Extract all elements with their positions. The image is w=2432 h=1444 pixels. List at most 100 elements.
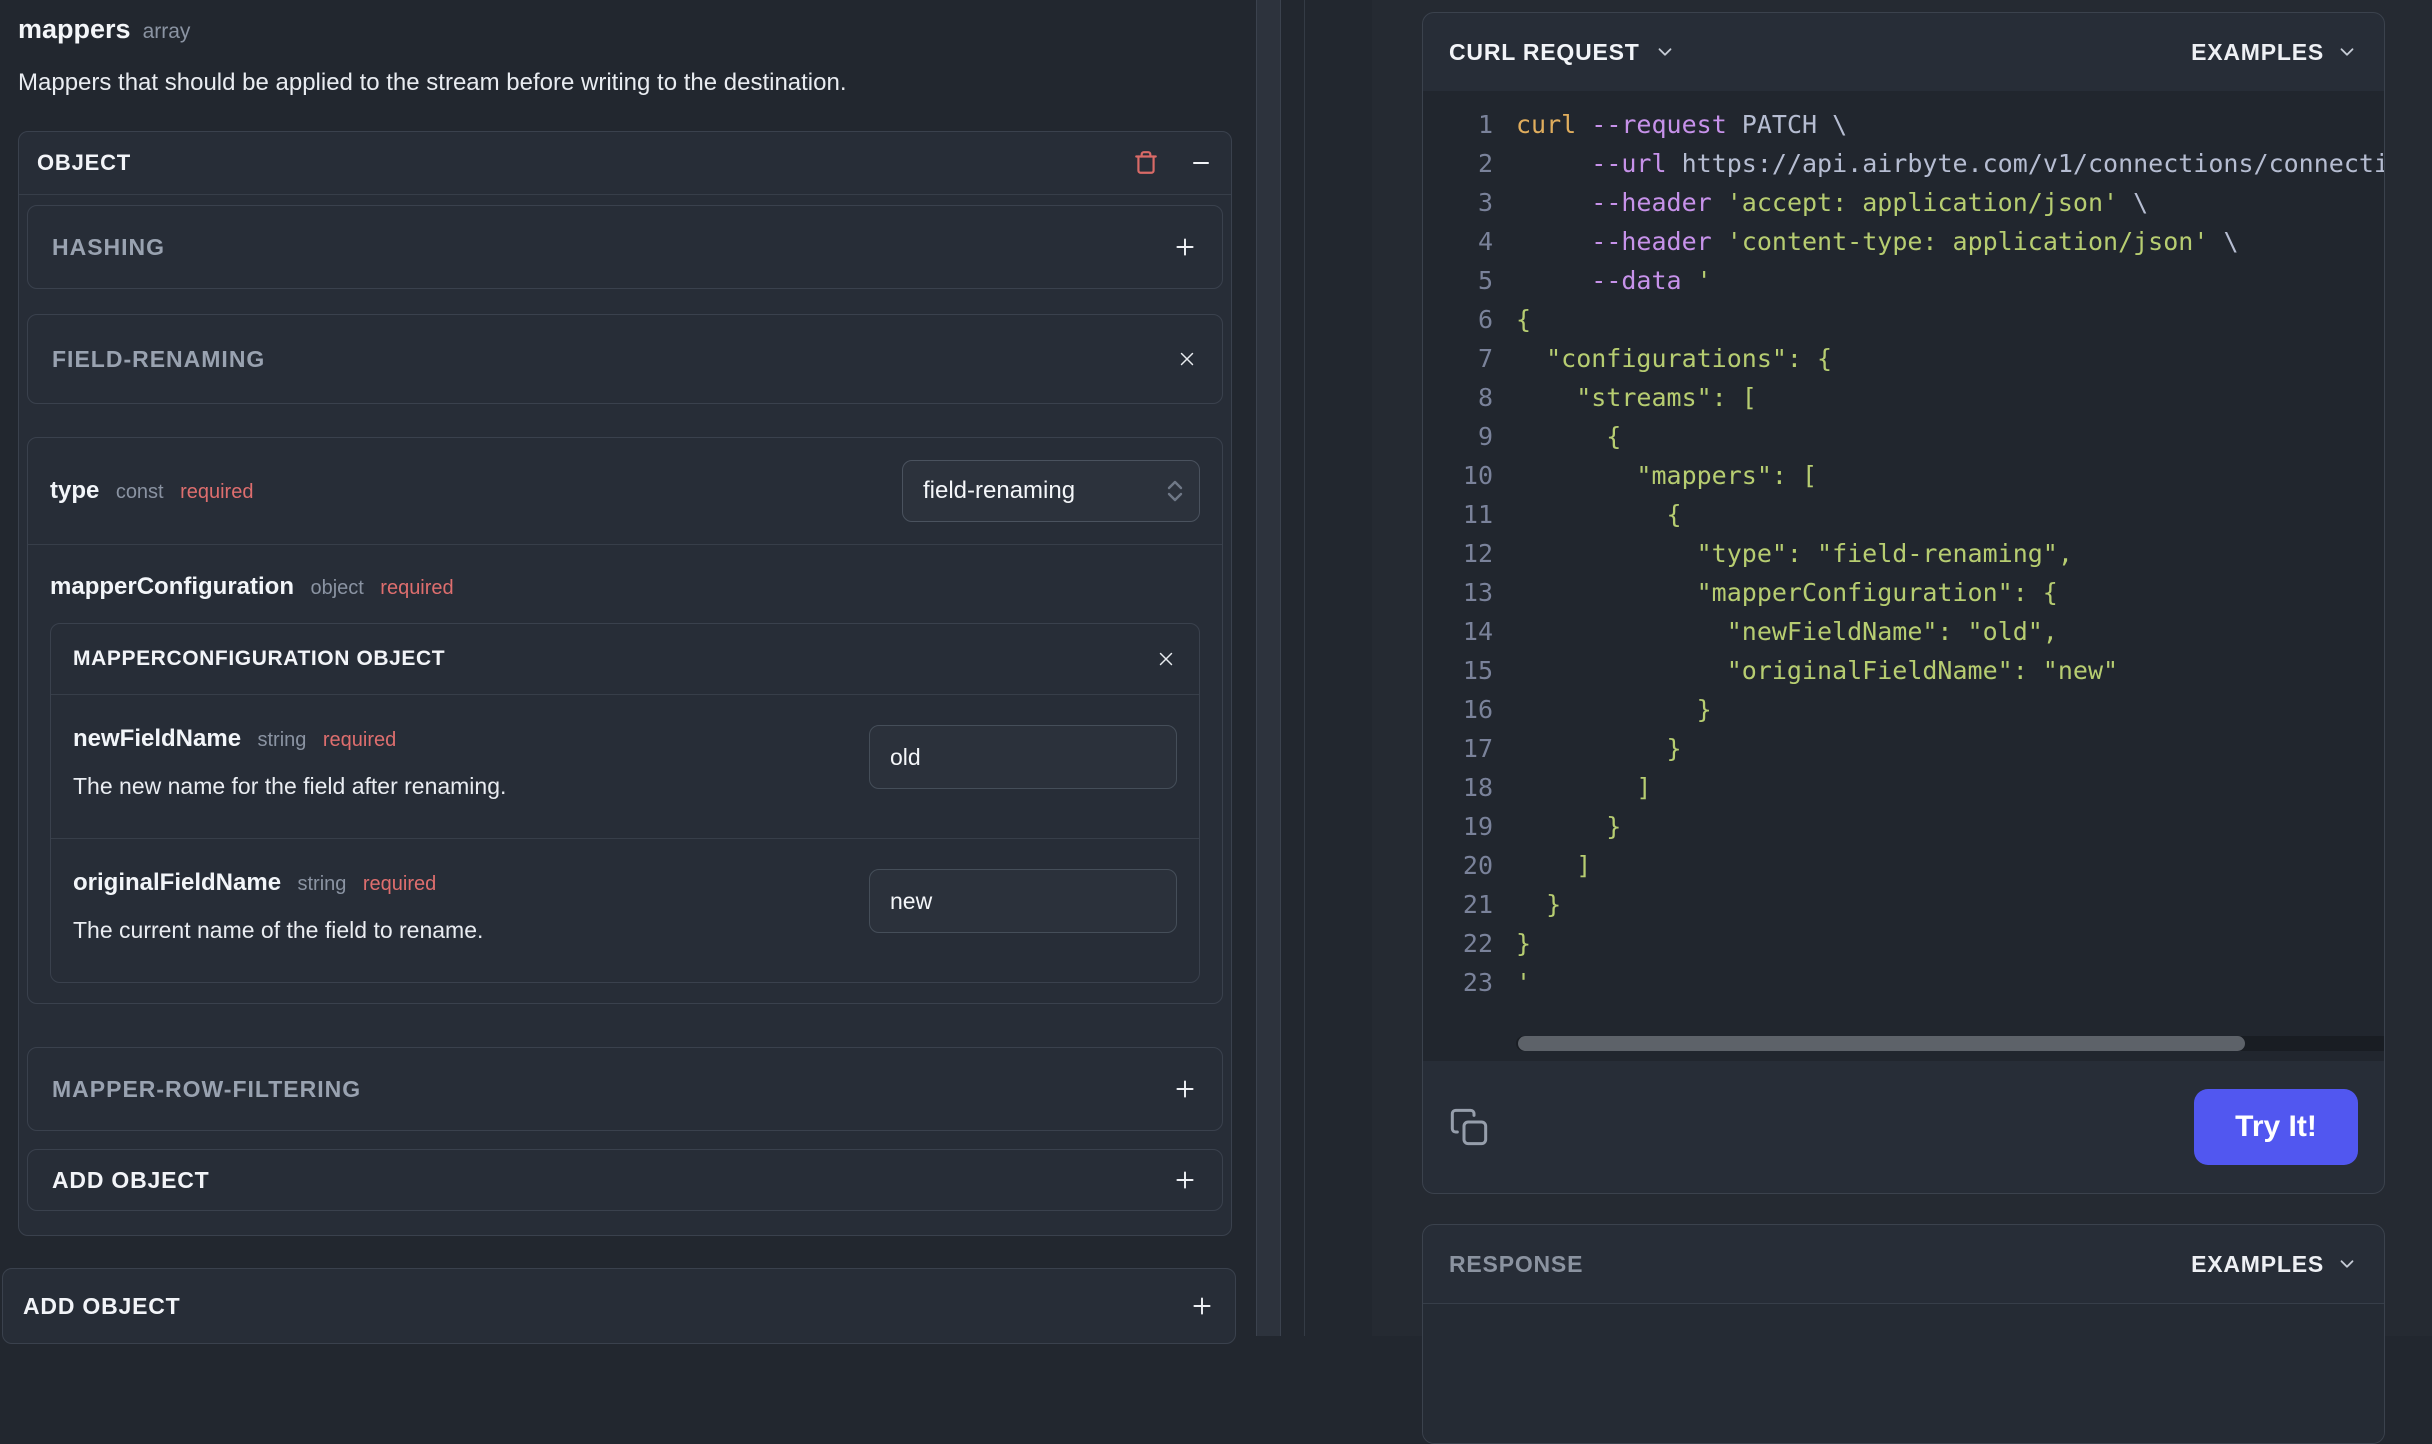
type-field-required: required: [180, 481, 254, 503]
type-select[interactable]: field-renaming: [902, 460, 1200, 522]
original-field-name-info: originalFieldName string required The cu…: [73, 869, 483, 944]
new-field-name-kind: string: [257, 729, 307, 751]
minus-icon: [1193, 162, 1209, 164]
new-field-name-info: newFieldName string required The new nam…: [73, 725, 506, 800]
type-field-name: type: [50, 477, 100, 504]
original-field-name-input[interactable]: [869, 869, 1177, 933]
plus-icon: [1176, 238, 1194, 256]
try-it-button[interactable]: Try It!: [2194, 1089, 2358, 1165]
mapper-configuration-label: mapperConfiguration object required: [50, 573, 1200, 601]
code-line: 19 }: [1462, 812, 1622, 841]
request-examples-label: EXAMPLES: [2191, 38, 2324, 65]
mapper-configuration-required: required: [380, 577, 454, 599]
code-line: 16 }: [1462, 695, 1712, 724]
section-field-renaming-label: FIELD-RENAMING: [52, 345, 266, 372]
type-select-value: field-renaming: [923, 477, 1076, 504]
response-panel: RESPONSE EXAMPLES: [1422, 1224, 2385, 1444]
code-line: 17 }: [1462, 734, 1682, 763]
code-line: 12 "type": "field-renaming",: [1462, 539, 2073, 568]
code-line: 11 {: [1462, 500, 1682, 529]
field-name: mappers: [18, 14, 131, 44]
code-line: 4 --header 'content-type: application/js…: [1477, 227, 2239, 256]
mapper-configuration-card-header: MAPPERCONFIGURATION OBJECT: [51, 624, 1199, 695]
field-kind-badge: array: [142, 20, 191, 43]
response-body: [1423, 1303, 2384, 1443]
code-line: 22}: [1462, 929, 1532, 958]
plus-icon: [1176, 1171, 1194, 1189]
section-field-renaming[interactable]: FIELD-RENAMING: [27, 314, 1223, 404]
field-renaming-body: type const required field-renaming mappe…: [27, 437, 1223, 1004]
type-field-kind: const: [115, 481, 164, 503]
code-line: 20 ]: [1462, 851, 1592, 880]
trash-icon: [1135, 151, 1157, 174]
code-line: 10 "mappers": [: [1462, 461, 1818, 490]
code-line: 9 {: [1477, 422, 1622, 451]
code-line: 23 ': [1462, 968, 1532, 997]
new-field-name-description: The new name for the field after renamin…: [73, 773, 507, 799]
copy-button[interactable]: [1449, 1107, 1489, 1147]
code-line: 15 "originalFieldName": "new": [1462, 656, 2119, 685]
curl-request-footer: Try It!: [1423, 1061, 2384, 1193]
request-type-label: CURL REQUEST: [1449, 38, 1640, 65]
mapper-configuration-name: mapperConfiguration: [50, 573, 294, 600]
code-lines: 1 curl --request PATCH \ 2 --url https://a…: [1423, 105, 2384, 1002]
type-field-label: type const required: [50, 477, 253, 505]
chevron-down-icon: [2340, 48, 2354, 56]
code-line: 14 "newFieldName": "old",: [1462, 617, 2058, 646]
original-field-name-name: originalFieldName: [73, 869, 282, 896]
code-line: 18 ]: [1462, 773, 1652, 802]
field-title: mappers array: [18, 14, 1232, 45]
section-mapper-row-filtering[interactable]: MAPPER-ROW-FILTERING: [27, 1047, 1223, 1131]
horizontal-scrollbar-thumb[interactable]: [1518, 1036, 2245, 1051]
chevron-down-icon: [1658, 48, 1672, 56]
add-object-root-label: ADD OBJECT: [23, 1292, 181, 1319]
add-object-label: ADD OBJECT: [52, 1166, 210, 1193]
curl-request-header: CURL REQUEST EXAMPLES: [1423, 13, 2384, 91]
api-doc-screen: { "colors": { "accent": "#5157f0", "requ…: [0, 0, 2432, 1444]
schema-pane: mappers array Mappers that should be app…: [0, 0, 1256, 1344]
add-object-button[interactable]: ADD OBJECT: [27, 1149, 1223, 1211]
plus-icon: [1193, 1297, 1211, 1315]
copy-icon: [1450, 1108, 1488, 1146]
code-line: 6{: [1477, 305, 1532, 334]
response-title: RESPONSE: [1449, 1250, 1584, 1277]
new-field-name-row: newFieldName string required The new nam…: [51, 695, 1199, 838]
type-field-row: type const required field-renaming: [28, 438, 1222, 544]
mapper-configuration-row: mapperConfiguration object required MAPP…: [28, 545, 1222, 1003]
collapse-object-button[interactable]: [1189, 151, 1213, 175]
code-line: 2 --url https://api.airbyte.com/v1/conne…: [1477, 149, 2384, 178]
object-card-title: OBJECT: [37, 150, 132, 175]
curl-request-panel: CURL REQUEST EXAMPLES 1 curl --request PA…: [1422, 12, 2385, 1194]
close-icon[interactable]: [1176, 348, 1198, 370]
mapper-configuration-card-title: MAPPERCONFIGURATION OBJECT: [73, 647, 446, 670]
code-line: 1 curl --request PATCH \: [1477, 110, 1848, 139]
mapper-configuration-kind: object: [310, 577, 364, 599]
original-field-name-kind: string: [297, 873, 347, 895]
add-object-root-button[interactable]: ADD OBJECT: [2, 1268, 1236, 1344]
mapper-configuration-card: MAPPERCONFIGURATION OBJECT newFieldName: [50, 623, 1200, 983]
section-hashing[interactable]: HASHING: [27, 205, 1223, 289]
code-line: 3 --header 'accept: application/json' \: [1477, 188, 2149, 217]
code-line: 5 --data ': [1477, 266, 1712, 295]
response-header: RESPONSE EXAMPLES: [1423, 1225, 2384, 1303]
chevrons-up-down-icon: [1167, 480, 1183, 502]
response-examples-dropdown[interactable]: EXAMPLES: [2191, 1251, 2358, 1278]
object-card-header: OBJECT: [19, 132, 1231, 195]
section-hashing-label: HASHING: [52, 233, 166, 260]
close-icon[interactable]: [1155, 648, 1177, 670]
vertical-scrollbar[interactable]: [1256, 0, 1281, 1336]
chevron-down-icon: [2340, 1260, 2354, 1268]
original-field-name-description: The current name of the field to rename.: [73, 917, 484, 943]
request-examples-dropdown[interactable]: EXAMPLES: [2191, 39, 2358, 66]
code-line: 13 "mapperConfiguration": {: [1462, 578, 2058, 607]
new-field-name-input[interactable]: [869, 725, 1177, 789]
section-mapper-row-filtering-label: MAPPER-ROW-FILTERING: [52, 1075, 362, 1102]
request-type-dropdown[interactable]: CURL REQUEST: [1449, 39, 1676, 66]
new-field-name-required: required: [322, 729, 397, 751]
code-line: 7 "configurations": {: [1477, 344, 1833, 373]
new-field-name-name: newFieldName: [73, 725, 242, 752]
horizontal-scrollbar-track: [1516, 1036, 2384, 1051]
response-examples-label: EXAMPLES: [2191, 1250, 2324, 1277]
code-line: 8 "streams": [: [1477, 383, 1757, 412]
delete-object-button[interactable]: [1133, 150, 1159, 176]
